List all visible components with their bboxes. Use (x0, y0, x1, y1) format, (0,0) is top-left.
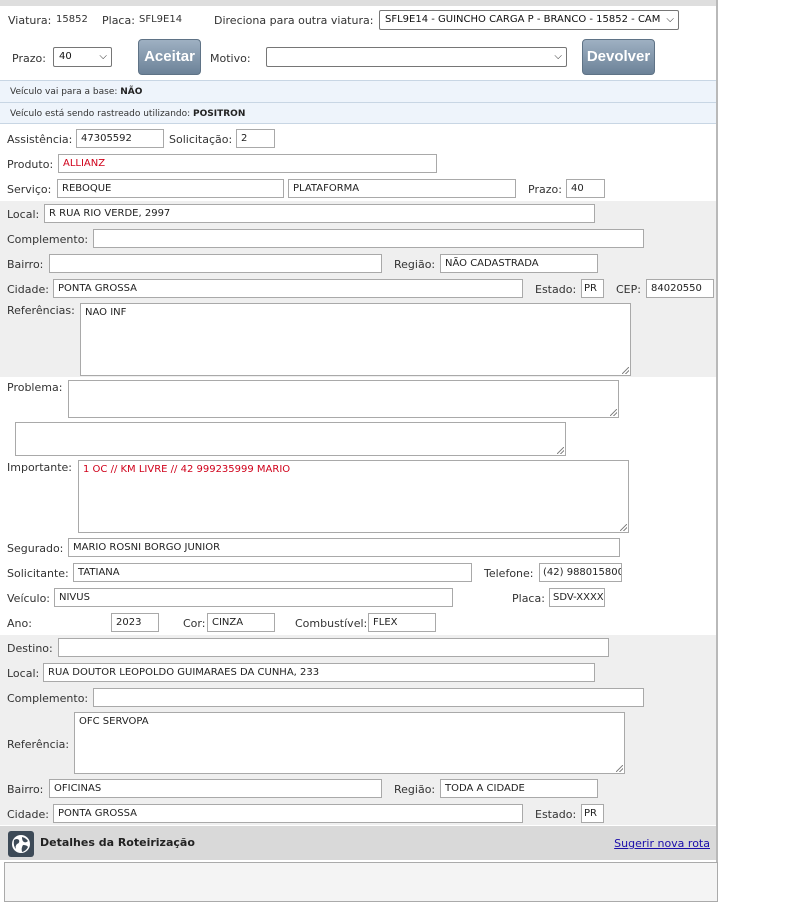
aceitar-button[interactable]: Aceitar (138, 39, 201, 75)
origem-cidade-field[interactable]: PONTA GROSSA (53, 279, 523, 298)
origem-regiao-label: Região: (394, 258, 436, 271)
destino-local-label: Local: (7, 667, 40, 680)
origem-bairro-field[interactable] (49, 254, 382, 273)
origem-bairro-label: Bairro: (7, 258, 44, 271)
solicitante-field[interactable]: TATIANA (73, 563, 472, 582)
origem-local-label: Local: (7, 208, 40, 221)
header-placa-label: Placa: (102, 14, 135, 27)
viatura-value: 15852 (56, 14, 88, 25)
problema-extra-field[interactable] (15, 422, 566, 456)
header-prazo-label: Prazo: (12, 52, 46, 65)
origem-referencias-label: Referências: (7, 304, 75, 317)
servico-prazo-label: Prazo: (528, 183, 562, 196)
motivo-label: Motivo: (210, 52, 251, 65)
origem-regiao-field[interactable]: NÃO CADASTRADA (440, 254, 598, 273)
origem-cidade-label: Cidade: (7, 283, 49, 296)
cor-field[interactable]: CINZA (207, 613, 275, 632)
destino-estado-label: Estado: (535, 808, 577, 821)
veiculo-placa-field[interactable]: SDV-XXXX (549, 588, 605, 607)
sugerir-rota-link[interactable]: Sugerir nova rota (614, 837, 710, 850)
veiculo-placa-label: Placa: (512, 592, 545, 605)
globe-icon (8, 831, 34, 857)
top-strip (0, 0, 716, 6)
destino-referencia-field[interactable]: OFC SERVOPA (74, 712, 625, 774)
telefone-label: Telefone: (484, 567, 534, 580)
origem-cep-label: CEP: (616, 283, 641, 296)
destino-complemento-label: Complemento: (7, 692, 89, 705)
roteirizacao-header: Detalhes da Roteirização Sugerir nova ro… (0, 826, 716, 860)
destino-regiao-label: Região: (394, 783, 436, 796)
roteirizacao-title: Detalhes da Roteirização (40, 836, 195, 849)
panel-right-border (716, 0, 718, 896)
destino-referencia-label: Referência: (7, 738, 70, 751)
motivo-select[interactable]: ⌵ (266, 47, 567, 67)
destino-estado-field[interactable]: PR (581, 804, 604, 823)
info-base-text: Veículo vai para a base: (10, 87, 118, 97)
combustivel-label: Combustível: (295, 617, 368, 630)
destino-field[interactable] (58, 638, 609, 657)
origem-cep-field[interactable]: 84020550 (646, 279, 714, 298)
info-rastreado: Veículo está sendo rastreado utilizando:… (0, 102, 716, 124)
destino-bairro-field[interactable]: OFICINAS (49, 779, 382, 798)
servico-tipo-field[interactable]: PLATAFORMA (288, 179, 516, 198)
origem-complemento-field[interactable] (93, 229, 644, 248)
origem-complemento-label: Complemento: (7, 233, 89, 246)
segurado-field[interactable]: MARIO ROSNI BORGO JUNIOR (68, 538, 620, 557)
telefone-field[interactable]: (42) 988015800 (539, 563, 622, 582)
cor-label: Cor: (183, 617, 206, 630)
destino-label: Destino: (7, 642, 53, 655)
chevron-down-icon: ⌵ (554, 51, 562, 62)
destino-regiao-field[interactable]: TODA A CIDADE (440, 779, 598, 798)
veiculo-field[interactable]: NIVUS (54, 588, 453, 607)
servico-prazo-field[interactable]: 40 (566, 179, 605, 198)
dispatch-panel: Viatura: 15852 Placa: SFL9E14 Direciona … (0, 0, 716, 896)
produto-label: Produto: (7, 158, 54, 171)
chevron-down-icon: ⌵ (666, 14, 674, 25)
ano-field[interactable]: 2023 (111, 613, 159, 632)
solicitante-label: Solicitante: (7, 567, 69, 580)
header-prazo-select-value: 40 (59, 51, 72, 62)
info-base-value: NÃO (120, 87, 143, 97)
origem-estado-label: Estado: (535, 283, 577, 296)
origem-estado-field[interactable]: PR (581, 279, 604, 298)
direciona-select-value: SFL9E14 - GUINCHO CARGA P - BRANCO - 158… (385, 14, 661, 25)
origem-referencias-field[interactable]: NAO INF (80, 303, 631, 376)
info-base: Veículo vai para a base: NÃO (0, 80, 716, 102)
info-rastreado-value: POSITRON (193, 109, 246, 119)
destino-local-field[interactable]: RUA DOUTOR LEOPOLDO GUIMARAES DA CUNHA, … (43, 663, 595, 682)
origem-local-field[interactable]: R RUA RIO VERDE, 2997 (44, 204, 595, 223)
assistencia-label: Assistência: (7, 133, 73, 146)
combustivel-field[interactable]: FLEX (368, 613, 436, 632)
viatura-label: Viatura: (8, 14, 52, 27)
destino-cidade-label: Cidade: (7, 808, 49, 821)
destino-complemento-field[interactable] (93, 688, 644, 707)
servico-field[interactable]: REBOQUE (57, 179, 284, 198)
info-rastreado-text: Veículo está sendo rastreado utilizando: (10, 109, 191, 119)
header-placa-value: SFL9E14 (139, 14, 183, 25)
importante-label: Importante: (7, 461, 73, 474)
importante-field[interactable]: 1 OC // KM LIVRE // 42 999235999 MARIO (78, 460, 629, 533)
destino-bairro-label: Bairro: (7, 783, 44, 796)
problema-field[interactable] (68, 380, 619, 418)
veiculo-label: Veículo: (7, 592, 51, 605)
route-map-area[interactable] (4, 862, 718, 902)
direciona-label: Direciona para outra viatura: (214, 14, 374, 27)
problema-label: Problema: (7, 381, 63, 394)
chevron-down-icon: ⌵ (99, 51, 107, 62)
solicitacao-field[interactable]: 2 (236, 129, 275, 148)
ano-label: Ano: (7, 617, 32, 630)
header-prazo-select[interactable]: 40 ⌵ (53, 47, 112, 67)
solicitacao-label: Solicitação: (169, 133, 233, 146)
produto-field[interactable]: ALLIANZ (58, 154, 437, 173)
destino-cidade-field[interactable]: PONTA GROSSA (53, 804, 523, 823)
assistencia-field[interactable]: 47305592 (76, 129, 164, 148)
devolver-button[interactable]: Devolver (582, 39, 655, 75)
servico-label: Serviço: (7, 183, 52, 196)
segurado-label: Segurado: (7, 542, 64, 555)
direciona-select[interactable]: SFL9E14 - GUINCHO CARGA P - BRANCO - 158… (379, 10, 679, 30)
